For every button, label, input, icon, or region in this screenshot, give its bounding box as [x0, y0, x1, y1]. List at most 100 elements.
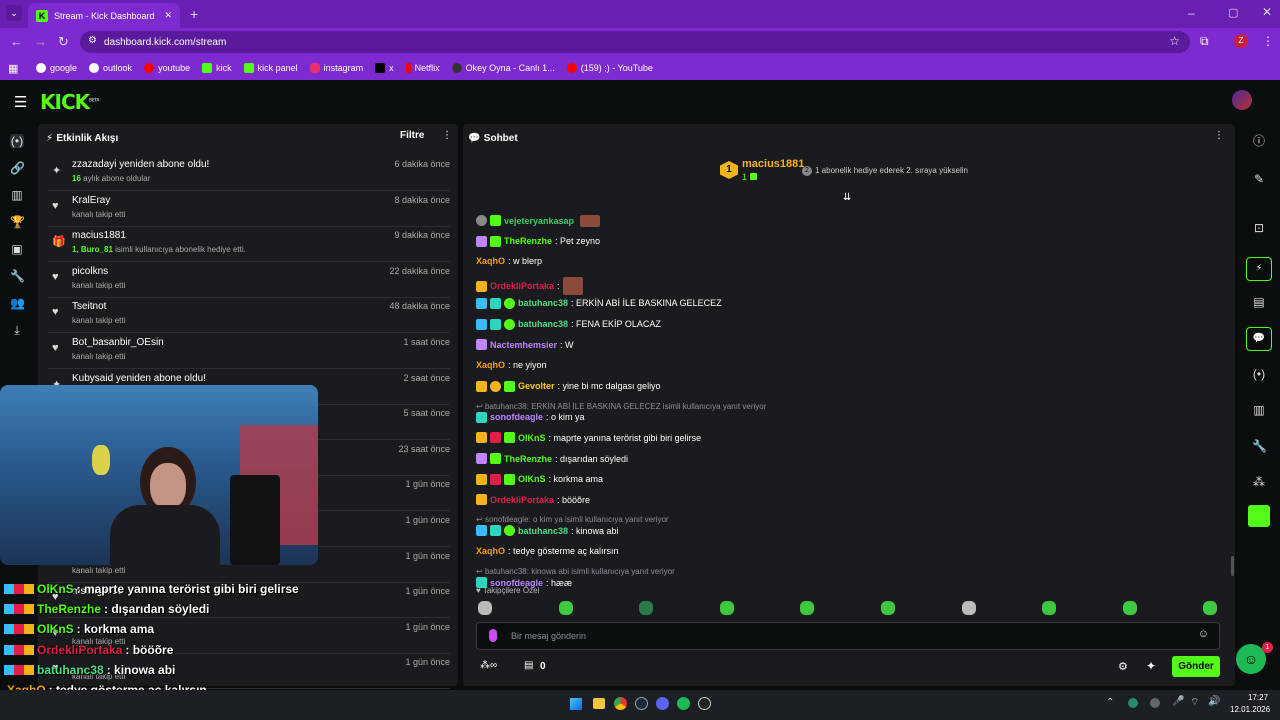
- chat-username[interactable]: XaqhO: [476, 360, 505, 370]
- wrench-icon[interactable]: 🔧: [10, 269, 25, 283]
- bookmark-x[interactable]: x: [375, 63, 394, 73]
- scroll-to-latest-icon[interactable]: ⇊: [843, 192, 851, 203]
- site-info-icon[interactable]: ⚙: [88, 35, 97, 46]
- close-tab-icon[interactable]: ✕: [164, 10, 172, 21]
- tray-mic-icon[interactable]: 🎤: [1172, 696, 1184, 707]
- bookmark-instagram[interactable]: instagram: [309, 63, 363, 73]
- filter-button[interactable]: Filtre: [400, 130, 424, 141]
- chat-username[interactable]: sonofdeagle: [490, 412, 543, 422]
- video-icon[interactable]: ▣: [10, 242, 24, 256]
- emote-icon[interactable]: [558, 601, 573, 615]
- chat-scrollbar[interactable]: [1231, 556, 1234, 576]
- emote-icon[interactable]: [881, 601, 895, 615]
- chat-more-icon[interactable]: ⋮: [1214, 130, 1224, 141]
- chat-message[interactable]: OrdekliPortaka:: [476, 277, 583, 296]
- chat-username[interactable]: Gevolter: [518, 381, 555, 391]
- close-window-button[interactable]: ✕: [1262, 5, 1272, 19]
- chrome-icon[interactable]: [614, 697, 627, 710]
- chat-toggle-button[interactable]: 💬: [1246, 327, 1272, 351]
- maximize-button[interactable]: ▢: [1228, 6, 1238, 19]
- chat-message[interactable]: OrdekliPortaka: bööõre: [476, 494, 590, 506]
- hamburger-menu-icon[interactable]: ☰: [14, 93, 27, 111]
- emote-picker-icon[interactable]: ✦: [1146, 659, 1156, 673]
- chat-username[interactable]: OlKnS: [518, 433, 546, 443]
- chart-icon[interactable]: ▥: [10, 188, 24, 202]
- steam-icon[interactable]: [635, 697, 648, 710]
- bookmark-kick-panel[interactable]: kick panel: [243, 63, 298, 73]
- broadcast-icon[interactable]: (•): [10, 134, 24, 148]
- emote-icon[interactable]: [800, 601, 815, 615]
- minimize-button[interactable]: –: [1188, 6, 1195, 20]
- document-icon[interactable]: ▤: [1252, 295, 1266, 309]
- chat-username[interactable]: OrdekliPortaka: [490, 281, 554, 291]
- activity-item[interactable]: ♥ Bot_basanbir_OEsin kanalı takip etti 1 sa…: [48, 334, 450, 369]
- clock-date[interactable]: 12.01.2026: [1230, 705, 1270, 714]
- start-icon[interactable]: [570, 698, 582, 710]
- chat-input[interactable]: Bir mesaj gönderin ☺: [476, 622, 1220, 650]
- chat-message[interactable]: Nactemhemsier: W: [476, 339, 574, 351]
- emote-icon[interactable]: [719, 601, 734, 615]
- quick-actions-button[interactable]: ⚡: [1246, 257, 1272, 281]
- profile-avatar[interactable]: Z: [1234, 34, 1248, 48]
- chat-message[interactable]: XaqhO: tedye gösterme aç kalırsın: [476, 546, 619, 556]
- bookmark-youtube[interactable]: youtube: [144, 63, 190, 73]
- chat-username[interactable]: Nactemhemsier: [490, 340, 557, 350]
- chat-message[interactable]: Gevolter: yine bi mc dalgası geliyo: [476, 380, 661, 392]
- emote-icon[interactable]: [1122, 601, 1137, 615]
- chest-icon[interactable]: ▤: [524, 660, 533, 671]
- tray-chevron-icon[interactable]: ⌃: [1106, 697, 1114, 708]
- trophy-icon[interactable]: 🏆: [10, 215, 25, 229]
- browser-menu-icon[interactable]: ⋮: [1262, 34, 1274, 48]
- share-icon[interactable]: ⁂: [1252, 475, 1266, 489]
- tray-app-icon[interactable]: [1128, 698, 1138, 708]
- emoji-icon[interactable]: ☺: [1198, 628, 1209, 640]
- chat-message[interactable]: vejeteryankasap: [476, 214, 601, 227]
- user-avatar[interactable]: [1232, 90, 1252, 110]
- app-badge[interactable]: [1248, 505, 1270, 527]
- chat-message[interactable]: OlKnS: korkma ama: [476, 473, 603, 485]
- wifi-icon[interactable]: ⌔: [1190, 696, 1199, 709]
- bookmark-netflix[interactable]: Netflix: [405, 63, 440, 73]
- chat-username[interactable]: TheRenzhe: [504, 236, 552, 246]
- address-bar[interactable]: ⚙ dashboard.kick.com/stream ☆: [80, 31, 1190, 53]
- users-icon[interactable]: 👥: [10, 296, 25, 310]
- emote-icon[interactable]: [478, 601, 492, 615]
- chat-username[interactable]: XaqhO: [476, 546, 505, 556]
- new-tab-button[interactable]: +: [190, 6, 198, 22]
- browser-tab[interactable]: K Stream - Kick Dashboard ✕: [28, 3, 180, 28]
- chat-username[interactable]: vejeteryankasap: [504, 216, 574, 226]
- file-explorer-icon[interactable]: [593, 698, 605, 709]
- channel-points[interactable]: ⁂∞: [480, 660, 497, 671]
- chat-message[interactable]: batuhanc38: FENA EKİP OLACAZ: [476, 318, 661, 330]
- chat-username[interactable]: OrdekliPortaka: [490, 495, 554, 505]
- apps-grid-icon[interactable]: ▦: [8, 62, 18, 75]
- upload-icon[interactable]: ⤓: [10, 323, 24, 337]
- tab-list-button[interactable]: ⌄: [6, 5, 22, 21]
- emote-icon[interactable]: [961, 601, 976, 615]
- tray-steam-icon[interactable]: [1150, 698, 1160, 708]
- bookmark-youtube-2[interactable]: (159) ;) - YouTube: [566, 63, 653, 73]
- microphone-icon[interactable]: [489, 629, 497, 642]
- emote-icon[interactable]: [639, 601, 654, 615]
- clock-time[interactable]: 17:27: [1248, 693, 1268, 702]
- volume-icon[interactable]: 🔊: [1208, 696, 1220, 707]
- back-icon[interactable]: ←: [10, 34, 23, 49]
- chat-message[interactable]: XaqhO: w blerp: [476, 256, 542, 266]
- stack-icon[interactable]: ▥: [1252, 403, 1266, 417]
- chat-message[interactable]: batuhanc38: ERKİN ABİ İLE BASKINA GELECE…: [476, 297, 722, 309]
- emote-icon[interactable]: [1042, 601, 1057, 615]
- info-icon[interactable]: ⓘ: [1252, 134, 1266, 148]
- chat-message[interactable]: sonofdeagle: o kim ya: [476, 411, 585, 423]
- chat-message[interactable]: batuhanc38: kinowa abi: [476, 525, 619, 537]
- chat-username[interactable]: batuhanc38: [518, 526, 568, 536]
- bookmark-kick[interactable]: kick: [202, 63, 232, 73]
- activity-more-icon[interactable]: ⋮: [442, 130, 452, 141]
- spotify-icon[interactable]: [677, 697, 690, 710]
- send-button[interactable]: Gönder: [1172, 656, 1220, 677]
- activity-item[interactable]: ♥ picolkns kanalı takip etti 22 dakika önce: [48, 263, 450, 298]
- chat-username[interactable]: TheRenzhe: [504, 454, 552, 464]
- emote-icon[interactable]: [1203, 601, 1218, 615]
- gifter-name[interactable]: macius1881: [742, 158, 804, 170]
- chat-message[interactable]: TheRenzhe: dışarıdan söyledi: [476, 453, 628, 464]
- chat-username[interactable]: OlKnS: [518, 474, 546, 484]
